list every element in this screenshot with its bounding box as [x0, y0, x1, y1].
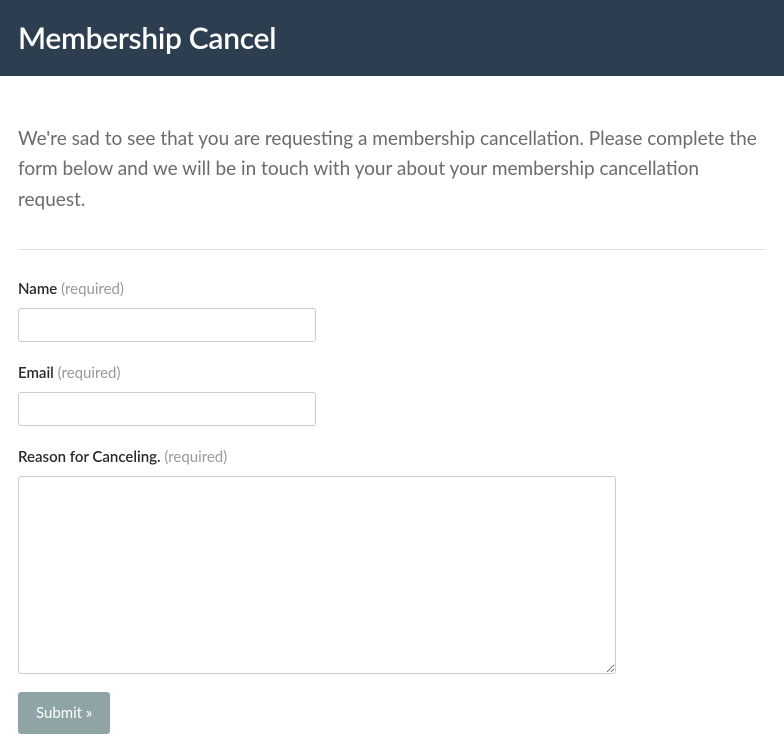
email-required-text: (required): [58, 364, 121, 382]
name-required-text: (required): [61, 280, 124, 298]
reason-label: Reason for Canceling. (required): [18, 448, 766, 466]
form-group-email: Email (required): [18, 364, 766, 426]
divider: [18, 249, 766, 250]
page-header: Membership Cancel: [0, 0, 784, 76]
name-input[interactable]: [18, 308, 316, 342]
form-group-reason: Reason for Canceling. (required): [18, 448, 766, 678]
name-label: Name (required): [18, 280, 766, 298]
page-title: Membership Cancel: [18, 20, 766, 56]
email-input[interactable]: [18, 392, 316, 426]
name-label-text: Name: [18, 280, 57, 298]
intro-text: We're sad to see that you are requesting…: [18, 124, 766, 215]
email-label: Email (required): [18, 364, 766, 382]
reason-required-text: (required): [164, 448, 227, 466]
reason-label-text: Reason for Canceling.: [18, 448, 161, 466]
submit-button[interactable]: Submit »: [18, 692, 110, 734]
form-group-name: Name (required): [18, 280, 766, 342]
reason-textarea[interactable]: [18, 476, 616, 674]
page-content: We're sad to see that you are requesting…: [0, 76, 784, 754]
email-label-text: Email: [18, 364, 54, 382]
